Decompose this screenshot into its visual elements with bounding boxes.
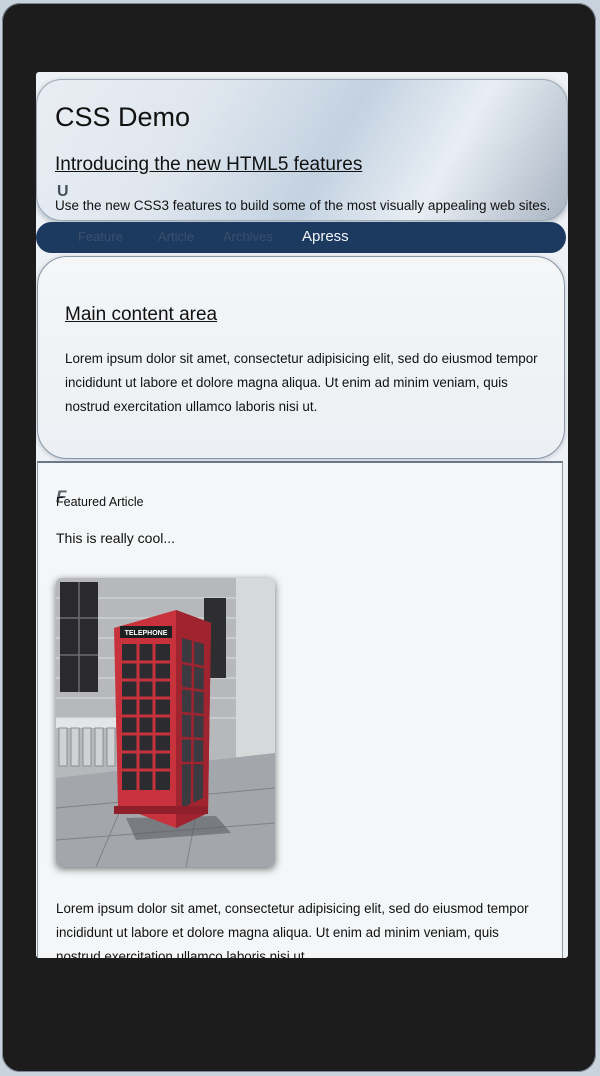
featured-heading: Featured Article — [56, 495, 144, 509]
featured-intro: This is really cool... — [56, 530, 176, 546]
telephone-box-image: TELEPHONE — [56, 578, 275, 867]
main-navigation: Feature Article Archives Apress — [36, 222, 566, 253]
page-title: CSS Demo — [55, 102, 191, 132]
nav-link-archives[interactable]: Archives — [223, 229, 273, 244]
nav-link-article[interactable]: Article — [158, 229, 194, 244]
telephone-sign: TELEPHONE — [125, 630, 168, 637]
site-header: CSS Demo Introducing the new HTML5 featu… — [36, 79, 568, 221]
nav-link-feature[interactable]: Feature — [78, 229, 123, 244]
phone-frame: CSS Demo Introducing the new HTML5 featu… — [2, 3, 596, 1072]
page-subtitle: Introducing the new HTML5 features — [55, 154, 363, 175]
nav-link-apress[interactable]: Apress — [302, 228, 349, 245]
browser-viewport[interactable]: CSS Demo Introducing the new HTML5 featu… — [36, 72, 568, 958]
main-paragraph: Lorem ipsum dolor sit amet, consectetur … — [65, 351, 538, 414]
main-heading: Main content area — [65, 304, 218, 325]
page-tagline: Use the new CSS3 features to build some … — [55, 198, 551, 213]
featured-paragraph: Lorem ipsum dolor sit amet, consectetur … — [56, 901, 529, 958]
featured-article-aside: F Featured Article This is really cool..… — [37, 461, 563, 958]
main-content-section: Main content area Lorem ipsum dolor sit … — [37, 256, 565, 459]
